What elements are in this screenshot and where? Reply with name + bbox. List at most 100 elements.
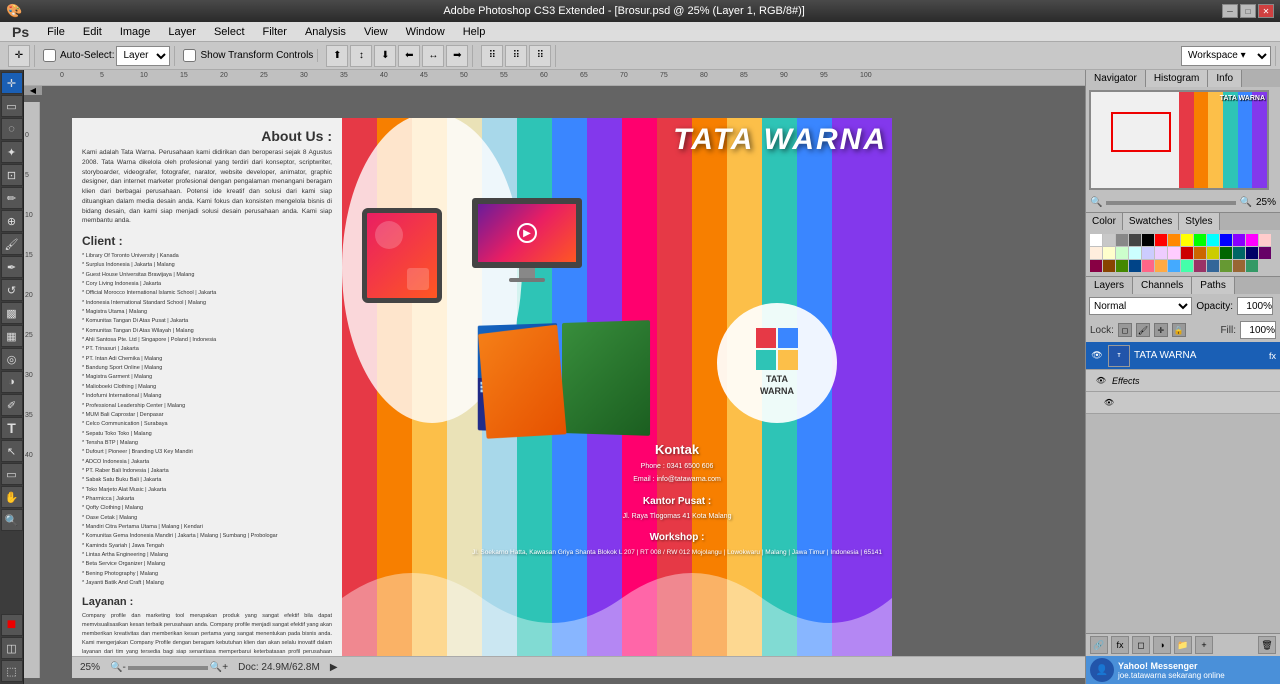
distribute-btn1[interactable]: ⠿: [481, 45, 503, 67]
swatch-dpink[interactable]: [1090, 260, 1102, 272]
scroll-right-btn[interactable]: ▶: [330, 662, 338, 673]
menu-ps[interactable]: Ps: [4, 22, 37, 42]
nav-zoom-slider[interactable]: [1106, 201, 1235, 205]
swatch-salmon[interactable]: [1142, 260, 1154, 272]
move-tool-btn[interactable]: ✛: [8, 45, 30, 67]
tab-info[interactable]: Info: [1208, 70, 1242, 87]
hand-tool[interactable]: ✋: [1, 486, 23, 508]
eyedropper-tool[interactable]: ✏: [1, 187, 23, 209]
history-brush[interactable]: ↺: [1, 279, 23, 301]
align-bottom-btn[interactable]: ⬇: [374, 45, 396, 67]
swatch-violet[interactable]: [1233, 234, 1245, 246]
swatch-dcyan[interactable]: [1233, 247, 1245, 259]
swatch-dgreen[interactable]: [1220, 247, 1232, 259]
swatch-gold[interactable]: [1155, 260, 1167, 272]
swatch-olive[interactable]: [1116, 260, 1128, 272]
lock-image-btn[interactable]: 🖌: [1136, 323, 1150, 337]
swatch-dviolet[interactable]: [1259, 247, 1271, 259]
zoom-slider[interactable]: [128, 666, 208, 670]
swatch-brown[interactable]: [1103, 260, 1115, 272]
swatch-moss[interactable]: [1220, 260, 1232, 272]
crop-tool[interactable]: ⊡: [1, 164, 23, 186]
menu-view[interactable]: View: [356, 24, 396, 40]
pen-tool[interactable]: ✐: [1, 394, 23, 416]
align-right-btn[interactable]: ➡: [446, 45, 468, 67]
menu-help[interactable]: Help: [455, 24, 494, 40]
layer-new-btn[interactable]: +: [1195, 636, 1213, 654]
swatch-lblue[interactable]: [1142, 247, 1154, 259]
canvas-scroll-area[interactable]: About Us : Kami adalah Tata Warna. Perus…: [56, 102, 1085, 678]
gradient-tool[interactable]: ▦: [1, 325, 23, 347]
marquee-tool[interactable]: ▭: [1, 95, 23, 117]
distribute-btn3[interactable]: ⠿: [529, 45, 551, 67]
swatch-steel[interactable]: [1207, 260, 1219, 272]
layer-item-effects[interactable]: 👁 Effects: [1086, 370, 1280, 392]
swatch-lred[interactable]: [1259, 234, 1271, 246]
swatch-tan[interactable]: [1233, 260, 1245, 272]
swatch-blue[interactable]: [1220, 234, 1232, 246]
tab-paths[interactable]: Paths: [1192, 277, 1235, 294]
swatch-dyellow[interactable]: [1207, 247, 1219, 259]
layer-mask-btn[interactable]: ◻: [1132, 636, 1150, 654]
menu-select[interactable]: Select: [206, 24, 253, 40]
zoom-out-icon[interactable]: 🔍-: [110, 662, 126, 673]
swatch-dred[interactable]: [1181, 247, 1193, 259]
brush-tool[interactable]: 🖌: [1, 233, 23, 255]
foreground-color[interactable]: ■: [1, 614, 23, 636]
magic-wand-tool[interactable]: ✦: [1, 141, 23, 163]
dodge-tool[interactable]: ◑: [1, 371, 23, 393]
menu-filter[interactable]: Filter: [255, 24, 295, 40]
tab-styles[interactable]: Styles: [1179, 213, 1219, 230]
auto-select-dropdown[interactable]: Layer Group: [116, 46, 170, 66]
align-left-btn[interactable]: ⬅: [398, 45, 420, 67]
tab-color[interactable]: Color: [1086, 213, 1123, 230]
auto-select-checkbox[interactable]: [43, 49, 56, 62]
tab-layers[interactable]: Layers: [1086, 277, 1133, 294]
swatch-dorange[interactable]: [1194, 247, 1206, 259]
layer-item-tata-warna[interactable]: 👁 T TATA WARNA fx: [1086, 342, 1280, 370]
layer-link-btn[interactable]: 🔗: [1090, 636, 1108, 654]
lock-position-btn[interactable]: ✛: [1154, 323, 1168, 337]
blur-tool[interactable]: ◎: [1, 348, 23, 370]
zoom-in-icon[interactable]: 🔍+: [210, 662, 228, 673]
lock-all-btn[interactable]: 🔒: [1172, 323, 1186, 337]
layer-eye-effects[interactable]: 👁: [1094, 374, 1108, 388]
swatch-mint[interactable]: [1181, 260, 1193, 272]
fill-input[interactable]: [1240, 321, 1276, 339]
tab-channels[interactable]: Channels: [1133, 277, 1192, 294]
swatch-lviolet[interactable]: [1155, 247, 1167, 259]
close-button[interactable]: ✕: [1258, 4, 1274, 18]
swatch-magenta[interactable]: [1246, 234, 1258, 246]
eraser-tool[interactable]: ▩: [1, 302, 23, 324]
swatch-jade[interactable]: [1246, 260, 1258, 272]
layer-group-btn[interactable]: 📁: [1174, 636, 1192, 654]
menu-image[interactable]: Image: [112, 24, 159, 40]
swatch-dgray[interactable]: [1129, 234, 1141, 246]
swatch-lorange[interactable]: [1090, 247, 1102, 259]
viewport-indicator[interactable]: [1111, 112, 1171, 152]
blend-mode-select[interactable]: Normal Multiply Screen Overlay: [1089, 297, 1192, 315]
align-top-btn[interactable]: ⬆: [326, 45, 348, 67]
maximize-button[interactable]: □: [1240, 4, 1256, 18]
menu-analysis[interactable]: Analysis: [297, 24, 354, 40]
clone-tool[interactable]: ✒: [1, 256, 23, 278]
align-vcenter-btn[interactable]: ↕: [350, 45, 372, 67]
minimize-button[interactable]: ─: [1222, 4, 1238, 18]
layer-item-drop-shadow[interactable]: 👁: [1086, 392, 1280, 414]
workspace-dropdown[interactable]: Workspace ▾: [1181, 46, 1271, 66]
show-transform-checkbox[interactable]: [183, 49, 196, 62]
tab-histogram[interactable]: Histogram: [1146, 70, 1209, 87]
swatch-green[interactable]: [1194, 234, 1206, 246]
swatch-dblue[interactable]: [1246, 247, 1258, 259]
zoom-tool[interactable]: 🔍: [1, 509, 23, 531]
lock-transparent-btn[interactable]: ◻: [1118, 323, 1132, 337]
swatch-lgray[interactable]: [1103, 234, 1115, 246]
layer-eye-tata-warna[interactable]: 👁: [1090, 349, 1104, 363]
opacity-input[interactable]: [1237, 297, 1273, 315]
distribute-btn2[interactable]: ⠿: [505, 45, 527, 67]
menu-window[interactable]: Window: [398, 24, 453, 40]
swatch-lcyan[interactable]: [1129, 247, 1141, 259]
screen-mode[interactable]: ⬚: [1, 660, 23, 682]
swatch-lmagenta[interactable]: [1168, 247, 1180, 259]
menu-edit[interactable]: Edit: [75, 24, 110, 40]
